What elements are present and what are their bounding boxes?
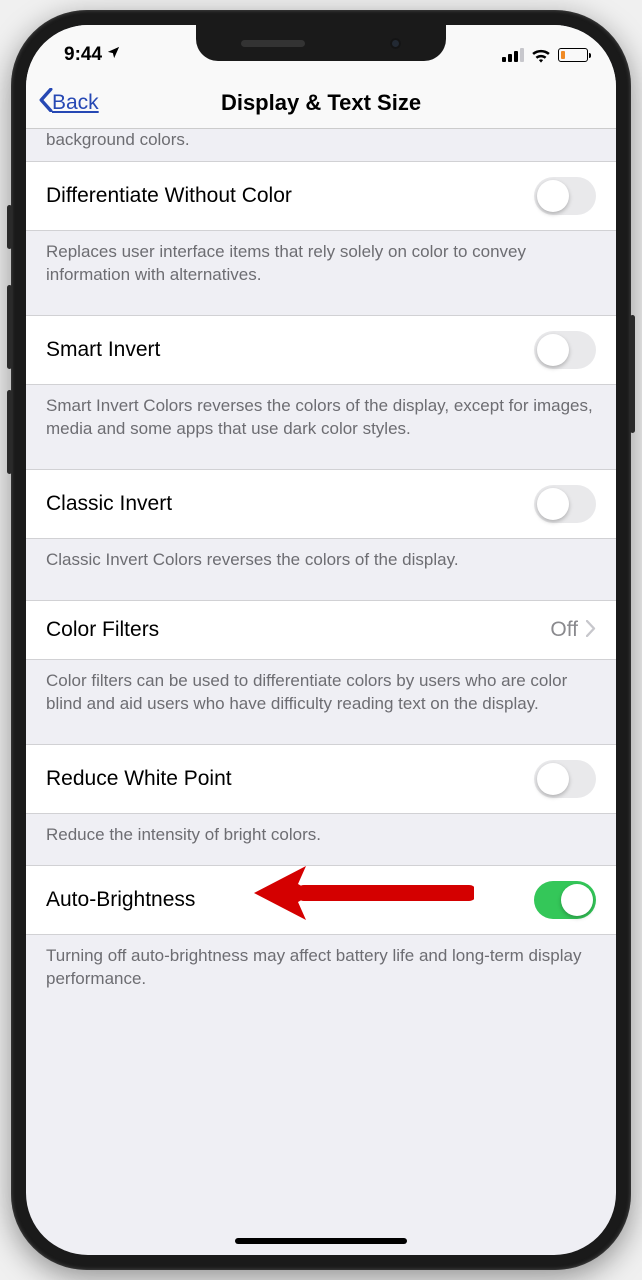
- description-classic-invert: Classic Invert Colors reverses the color…: [26, 539, 616, 600]
- row-label: Classic Invert: [46, 492, 172, 516]
- row-label: Reduce White Point: [46, 767, 232, 791]
- chevron-right-icon: [586, 616, 596, 644]
- row-differentiate-without-color[interactable]: Differentiate Without Color: [26, 161, 616, 231]
- phone-frame: 9:44 Back Display & Text Size: [11, 10, 631, 1270]
- toggle-differentiate-without-color[interactable]: [534, 177, 596, 215]
- row-smart-invert[interactable]: Smart Invert: [26, 315, 616, 385]
- screen: 9:44 Back Display & Text Size: [26, 25, 616, 1255]
- row-value: Off: [550, 618, 578, 642]
- description-auto-brightness: Turning off auto-brightness may affect b…: [26, 935, 616, 1019]
- annotation-arrow-icon: [244, 860, 474, 926]
- home-indicator[interactable]: [235, 1238, 407, 1244]
- description-color-filters: Color filters can be used to differentia…: [26, 660, 616, 744]
- silent-switch: [7, 205, 12, 249]
- row-auto-brightness[interactable]: Auto-Brightness: [26, 865, 616, 935]
- row-color-filters[interactable]: Color Filters Off: [26, 600, 616, 660]
- back-label: Back: [52, 91, 99, 115]
- row-label: Smart Invert: [46, 338, 160, 362]
- row-label: Differentiate Without Color: [46, 184, 292, 208]
- description-differentiate-without-color: Replaces user interface items that rely …: [26, 231, 616, 315]
- wifi-icon: [531, 48, 551, 63]
- row-label: Color Filters: [46, 618, 159, 642]
- row-label: Auto-Brightness: [46, 888, 195, 912]
- description-smart-invert: Smart Invert Colors reverses the colors …: [26, 385, 616, 469]
- volume-up-button: [7, 285, 12, 369]
- row-classic-invert[interactable]: Classic Invert: [26, 469, 616, 539]
- row-reduce-white-point[interactable]: Reduce White Point: [26, 744, 616, 814]
- location-arrow-icon: [106, 45, 121, 65]
- page-title: Display & Text Size: [221, 90, 421, 116]
- back-button[interactable]: Back: [38, 87, 99, 119]
- battery-low-icon: [558, 48, 588, 62]
- toggle-auto-brightness[interactable]: [534, 881, 596, 919]
- clock: 9:44: [64, 44, 102, 66]
- settings-list[interactable]: background colors. Differentiate Without…: [26, 129, 616, 1018]
- truncated-description: background colors.: [26, 129, 616, 161]
- front-camera: [390, 38, 401, 49]
- toggle-smart-invert[interactable]: [534, 331, 596, 369]
- notch: [196, 25, 446, 61]
- volume-down-button: [7, 390, 12, 474]
- toggle-classic-invert[interactable]: [534, 485, 596, 523]
- nav-bar: Back Display & Text Size: [26, 77, 616, 129]
- description-reduce-white-point: Reduce the intensity of bright colors.: [26, 814, 616, 865]
- cellular-signal-icon: [502, 48, 524, 62]
- power-button: [630, 315, 635, 433]
- toggle-reduce-white-point[interactable]: [534, 760, 596, 798]
- speaker-grille: [241, 40, 305, 47]
